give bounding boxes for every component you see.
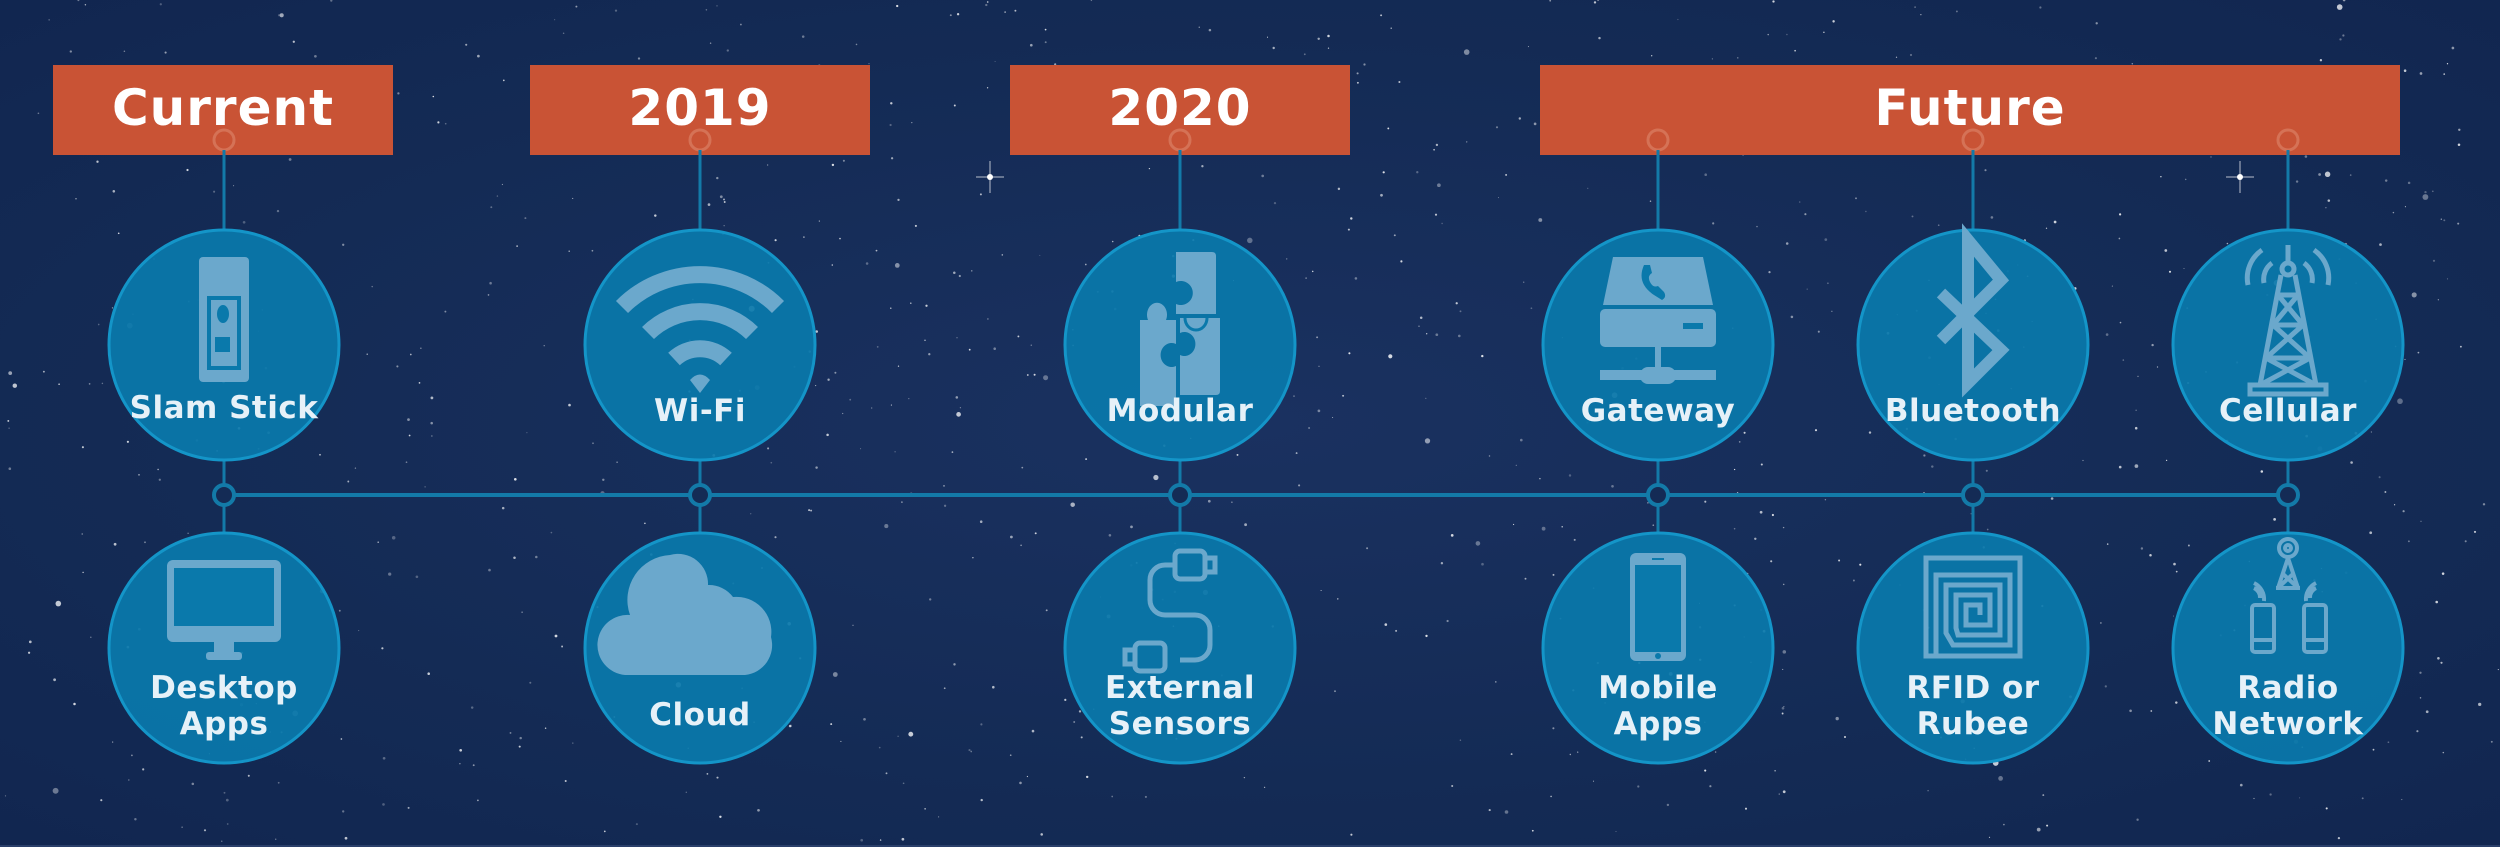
timeline-junction-node xyxy=(212,483,236,507)
label-line: Desktop xyxy=(150,670,298,706)
node-label-bluetooth: Bluetooth xyxy=(1884,393,2062,429)
node-label-external-sensors: External Sensors xyxy=(1065,670,1295,742)
header-anchor-node xyxy=(2276,128,2300,152)
timeline-junction-node xyxy=(1168,483,1192,507)
label-line: RFID or xyxy=(1906,670,2040,706)
node-label-gateway: Gateway xyxy=(1580,393,1736,429)
label-line: Rubee xyxy=(1916,706,2030,742)
smartphone-icon xyxy=(1630,553,1686,661)
timeline-junction-node xyxy=(1961,483,1985,507)
timeline-column-1 xyxy=(107,128,341,765)
node-label-modular: Modular xyxy=(1106,393,1254,429)
label-line: Cloud xyxy=(649,697,751,733)
label-line: Sensors xyxy=(1108,706,1252,742)
node-label-radio-network: Radio Network xyxy=(2173,670,2403,742)
header-anchor-node xyxy=(1168,128,1192,152)
node-label-slam-stick: Slam Stick xyxy=(129,390,319,426)
timeline-column-4 xyxy=(1541,128,1775,765)
label-line: Mobile xyxy=(1598,670,1718,706)
timeline-column-3 xyxy=(1063,128,1297,765)
slam-stick-device-icon xyxy=(199,257,249,382)
node-label-wifi: Wi-Fi xyxy=(654,393,746,429)
timeline-column-6 xyxy=(2171,128,2405,765)
header-anchor-node xyxy=(1961,128,1985,152)
node-label-mobile-apps: Mobile Apps xyxy=(1543,670,1773,742)
timeline-junction-node xyxy=(1646,483,1670,507)
header-anchor-node xyxy=(212,128,236,152)
timeline-junction-node xyxy=(688,483,712,507)
timeline-column-2 xyxy=(583,128,817,765)
label-line: External xyxy=(1105,670,1255,706)
timeline-column-5 xyxy=(1856,128,2090,765)
node-label-rfid-rubee: RFID or Rubee xyxy=(1858,670,2088,742)
header-anchor-node xyxy=(688,128,712,152)
node-label-desktop-apps: Desktop Apps xyxy=(109,670,339,742)
label-line: Apps xyxy=(1613,706,1703,742)
header-anchor-node xyxy=(1646,128,1670,152)
node-label-cellular: Cellular xyxy=(2219,393,2357,429)
label-line: Network xyxy=(2212,706,2364,742)
node-label-cloud: Cloud xyxy=(585,697,815,733)
label-line: Radio xyxy=(2237,670,2339,706)
label-line: Apps xyxy=(179,706,269,742)
timeline-junction-node xyxy=(2276,483,2300,507)
